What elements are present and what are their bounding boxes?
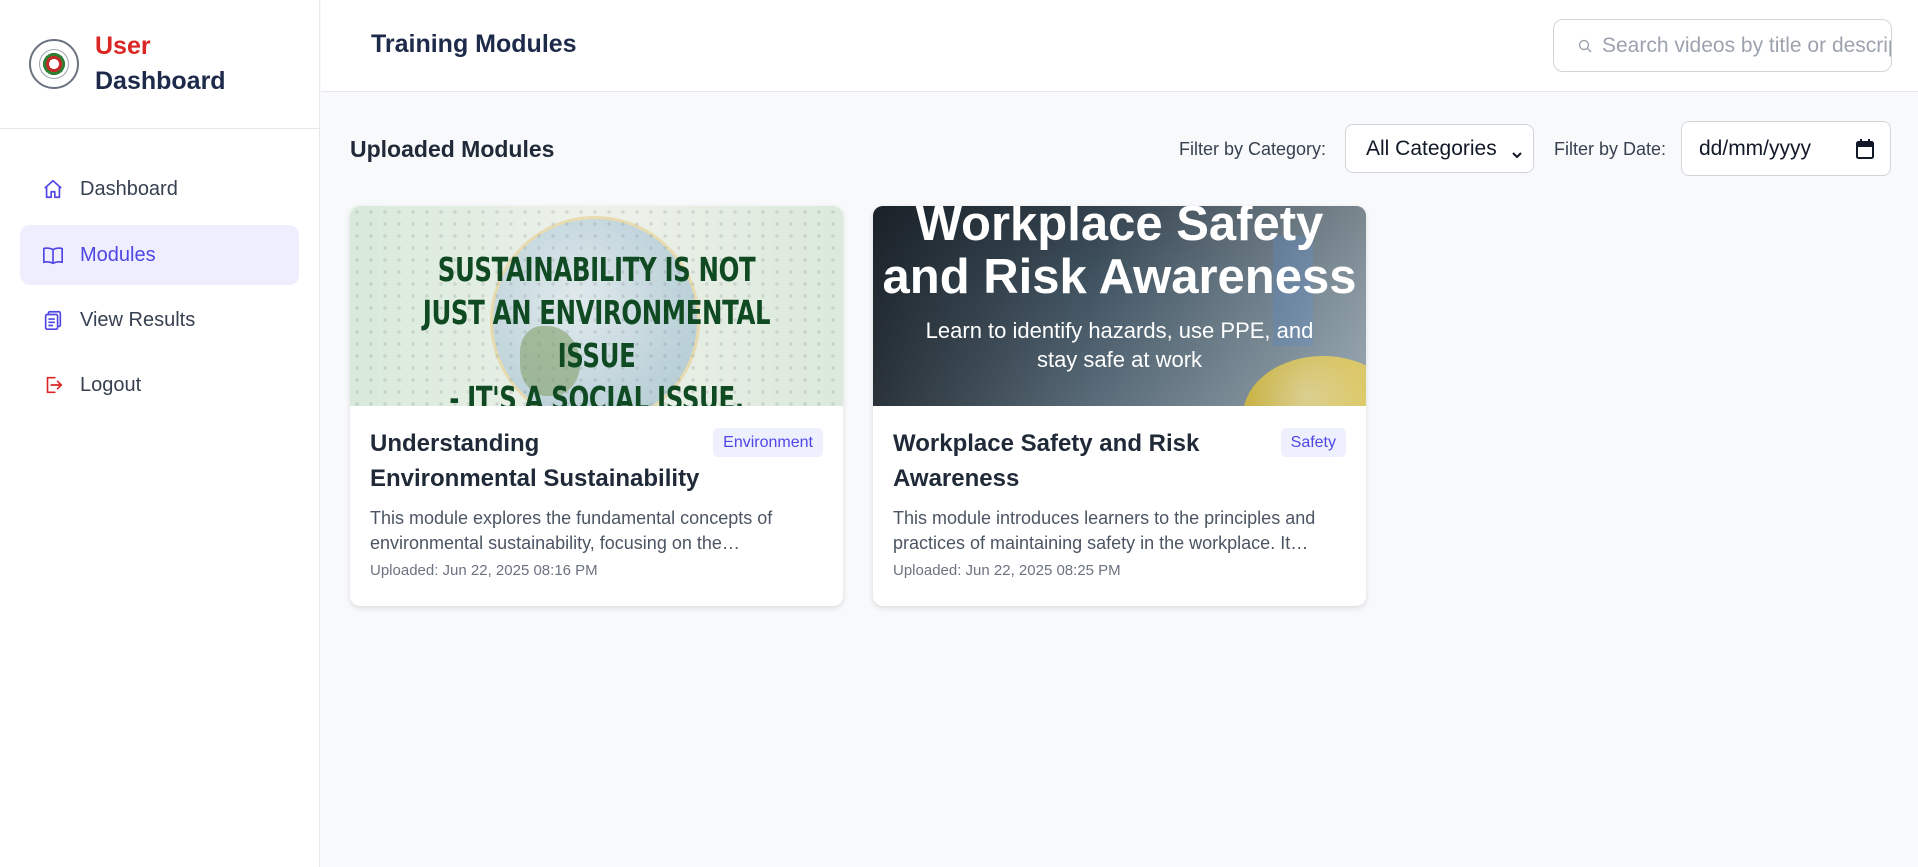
sidebar-item-label: Modules [80, 243, 156, 266]
category-select[interactable]: All Categories [1345, 124, 1534, 173]
module-description: This module explores the fundamental con… [370, 508, 773, 553]
thumbnail-title: Workplace Safety and Risk Awareness [882, 206, 1357, 304]
module-upload-date: Uploaded: Jun 22, 2025 08:25 PM [893, 562, 1121, 579]
book-icon [42, 244, 64, 266]
filter-date-label: Filter by Date: [1554, 139, 1667, 159]
thumbnail-text-line3: - IT'S A SOCIAL ISSUE, TOO. [449, 379, 744, 406]
calendar-icon[interactable] [1856, 139, 1874, 165]
logout-icon [42, 374, 64, 396]
logo [29, 39, 79, 89]
sidebar-item-label: Logout [80, 373, 142, 396]
brand-title-line2: Dashboard [95, 67, 226, 95]
sidebar-item-modules[interactable]: Modules [20, 225, 299, 285]
module-title: Understanding Environmental Sustainabili… [370, 430, 700, 492]
brand-title: User Dashboard [95, 29, 226, 99]
search-icon [1578, 39, 1592, 53]
sidebar-item-dashboard[interactable]: Dashboard [20, 159, 299, 219]
module-thumbnail: Workplace Safety and Risk Awareness Lear… [873, 206, 1366, 406]
sidebar-item-view-results[interactable]: View Results [20, 290, 299, 350]
sidebar-item-logout[interactable]: Logout [20, 355, 299, 415]
category-badge: Safety [1280, 428, 1346, 457]
thumbnail-text-line1: SUSTAINABILITY IS NOT [437, 250, 756, 289]
thumbnail-text-line2: JUST AN ENVIRONMENTAL ISSUE [422, 293, 771, 375]
sidebar-item-label: Dashboard [80, 177, 178, 200]
clipboard-icon [42, 309, 64, 331]
module-title: Workplace Safety and Risk Awareness [893, 430, 1200, 492]
section-title: Uploaded Modules [350, 136, 555, 162]
module-thumbnail: SUSTAINABILITY IS NOT JUST AN ENVIRONMEN… [350, 206, 843, 406]
chevron-down-icon [1511, 143, 1523, 167]
filter-category-label: Filter by Category: [1179, 139, 1327, 159]
search-box[interactable] [1553, 19, 1892, 72]
module-card[interactable]: SUSTAINABILITY IS NOT JUST AN ENVIRONMEN… [350, 206, 843, 606]
page-title: Training Modules [371, 30, 577, 58]
module-description: This module introduces learners to the p… [893, 508, 1316, 553]
top-header: Training Modules [321, 0, 1918, 92]
brand-title-line1: User [95, 32, 151, 60]
brand: User Dashboard [0, 0, 319, 129]
category-badge: Environment [713, 428, 823, 457]
home-icon [42, 178, 64, 200]
sidebar: User Dashboard Dashboard Modules View Re… [0, 0, 320, 867]
thumbnail-text: SUSTAINABILITY IS NOT JUST AN ENVIRONMEN… [414, 248, 779, 406]
module-card[interactable]: Workplace Safety and Risk Awareness Lear… [873, 206, 1366, 606]
thumbnail-subtitle: Learn to identify hazards, use PPE, and … [925, 318, 1314, 372]
date-input[interactable]: dd/mm/yyyy [1681, 121, 1891, 176]
sidebar-item-label: View Results [80, 308, 196, 331]
module-upload-date: Uploaded: Jun 22, 2025 08:16 PM [370, 562, 598, 579]
category-select-value: All Categories [1366, 136, 1497, 160]
search-input[interactable] [1602, 33, 1891, 58]
date-input-value: dd/mm/yyyy [1699, 136, 1812, 160]
